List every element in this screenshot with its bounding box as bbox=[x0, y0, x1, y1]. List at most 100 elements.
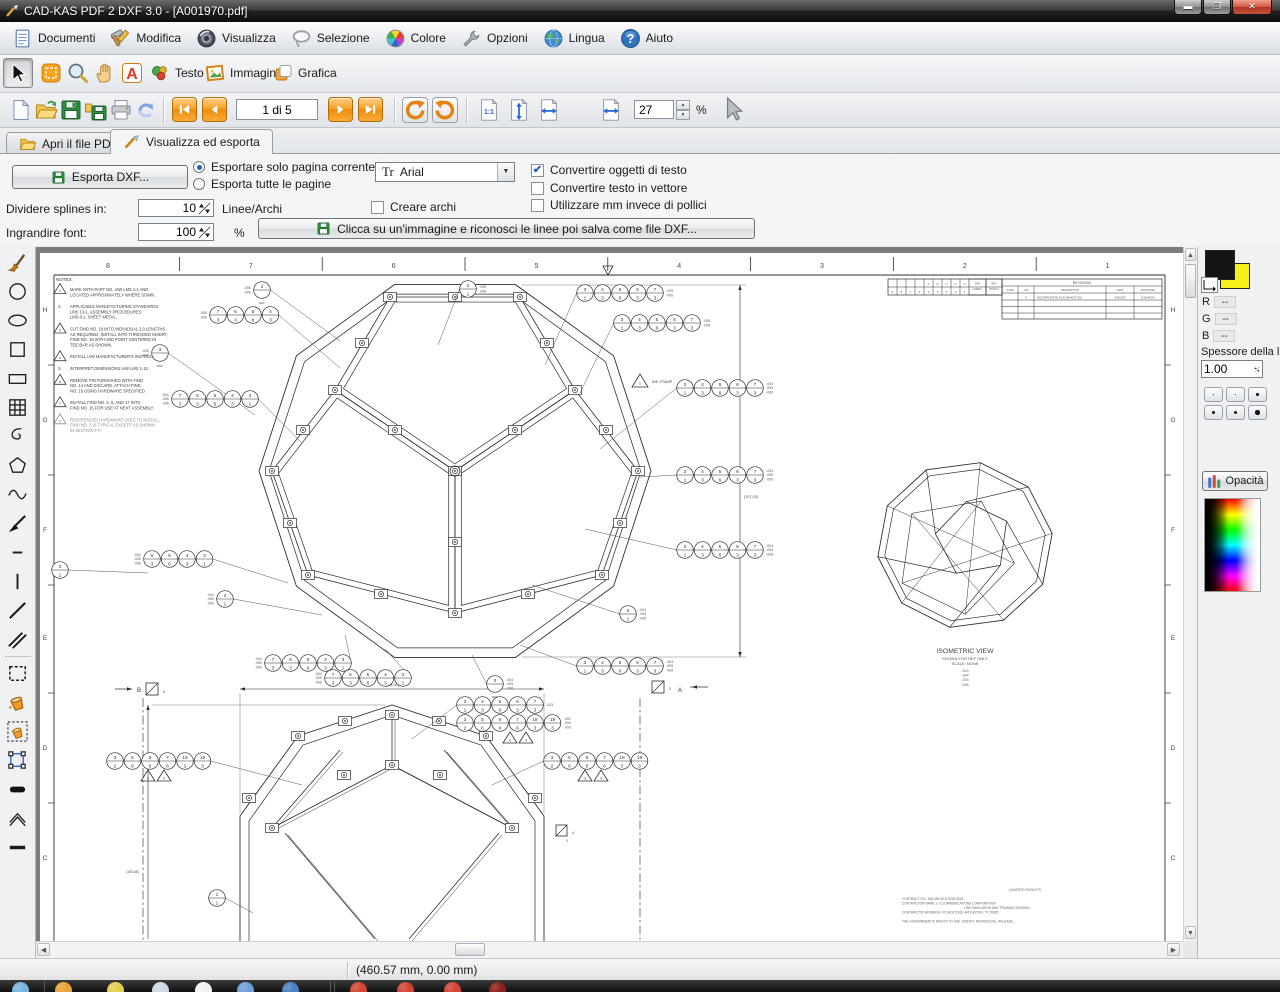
recognize-lines-button[interactable]: Clicca su un'immagine e riconosci le lin… bbox=[258, 218, 755, 239]
title-bar[interactable]: CAD-KAS PDF 2 DXF 3.0 - [A001970.pdf] ▬ … bbox=[0, 0, 1280, 22]
page-number-input[interactable] bbox=[236, 99, 318, 120]
taskbar-app-icon-8[interactable] bbox=[350, 982, 367, 992]
point-size-button-6[interactable] bbox=[1248, 405, 1267, 420]
fill-tool[interactable] bbox=[4, 689, 32, 716]
polygon-tool[interactable] bbox=[4, 452, 32, 479]
menu-item-modifica[interactable]: Modifica bbox=[104, 24, 190, 53]
menu-item-visualizza[interactable]: Visualizza bbox=[190, 24, 285, 53]
pan-tool-button[interactable] bbox=[90, 58, 120, 88]
next-page-button[interactable] bbox=[328, 97, 353, 122]
ellipse-tool[interactable] bbox=[4, 307, 32, 334]
cursor-tool-button[interactable] bbox=[3, 58, 33, 88]
thick-bar-tool[interactable] bbox=[4, 776, 32, 803]
menu-item-colore[interactable]: Colore bbox=[379, 24, 455, 53]
pdf-page[interactable]: 87654321HHGGFFEEDDCCNOTES:1MARK WITH PAR… bbox=[40, 253, 1183, 941]
transform-tool[interactable] bbox=[4, 747, 32, 774]
zoom-spinner[interactable]: ▲▼ bbox=[676, 100, 690, 119]
zoom-level-input[interactable] bbox=[634, 100, 674, 119]
fit-height-button[interactable] bbox=[504, 95, 534, 125]
radio-export-all-pages[interactable]: Esporta tutte le pagine bbox=[193, 177, 331, 191]
point-size-button-3[interactable] bbox=[1248, 387, 1267, 402]
point-size-button-1[interactable] bbox=[1204, 387, 1223, 402]
toolbar-group-grafica[interactable]: Grafica bbox=[266, 58, 344, 88]
point-size-button-5[interactable] bbox=[1226, 405, 1245, 420]
export-dxf-button[interactable]: Esporta DXF... bbox=[12, 165, 188, 189]
menu-item-documenti[interactable]: Documenti bbox=[6, 24, 104, 53]
document-canvas[interactable]: 87654321HHGGFFEEDDCCNOTES:1MARK WITH PAR… bbox=[36, 247, 1183, 941]
font-select[interactable]: Tr Arial ▼ bbox=[375, 162, 515, 182]
undo-button[interactable] bbox=[131, 95, 161, 125]
taskbar-app-icon-10[interactable] bbox=[444, 982, 461, 992]
square-tool[interactable] bbox=[4, 336, 32, 363]
selection-rect-tool[interactable] bbox=[4, 660, 32, 687]
freehand-tool[interactable] bbox=[4, 481, 32, 508]
tab-view-export[interactable]: Visualizza ed esporta bbox=[110, 129, 273, 154]
taskbar-app-icon-6[interactable] bbox=[237, 982, 254, 992]
taskbar-app-icon-11[interactable] bbox=[489, 982, 506, 992]
rectangle-tool[interactable] bbox=[4, 365, 32, 392]
radio-export-current-page[interactable]: Esportare solo pagina corrente bbox=[193, 160, 375, 174]
horizontal-scroll-thumb[interactable] bbox=[455, 943, 485, 956]
taskbar-app-icon-9[interactable] bbox=[397, 982, 414, 992]
zoom-actual-button[interactable]: 1:1 bbox=[474, 95, 504, 125]
restore-button[interactable]: ❐ bbox=[1203, 0, 1231, 15]
font-scale-input[interactable] bbox=[139, 225, 196, 239]
taskbar-app-icon-2[interactable] bbox=[55, 982, 72, 992]
minimize-button[interactable]: ▬ bbox=[1174, 0, 1202, 15]
rotate-right-button[interactable] bbox=[432, 97, 458, 123]
spin-arrows-icon[interactable] bbox=[198, 202, 211, 215]
spin-arrows-icon[interactable] bbox=[1254, 363, 1260, 376]
menu-item-selezione[interactable]: Selezione bbox=[285, 24, 379, 53]
menu-item-opzioni[interactable]: Opzioni bbox=[455, 24, 537, 53]
fit-page-button[interactable] bbox=[596, 95, 626, 125]
close-button[interactable]: ✕ bbox=[1232, 0, 1272, 15]
chevron-tool[interactable] bbox=[4, 805, 32, 832]
taskbar-app-icon-5[interactable] bbox=[195, 982, 212, 992]
line-thickness-input[interactable] bbox=[1202, 362, 1252, 376]
check-use-mm[interactable]: Utilizzare mm invece di pollici bbox=[531, 198, 707, 212]
curve-tool[interactable] bbox=[4, 423, 32, 450]
menu-item-lingua[interactable]: Lingua bbox=[537, 24, 614, 53]
line-thickness-stepper[interactable] bbox=[1201, 360, 1263, 378]
parallel-lines-tool[interactable] bbox=[4, 626, 32, 653]
splines-input[interactable] bbox=[139, 201, 196, 215]
diagonal-line-tool[interactable] bbox=[4, 597, 32, 624]
fill-selection-tool[interactable] bbox=[4, 718, 32, 745]
splines-stepper[interactable] bbox=[138, 199, 214, 217]
opacity-button[interactable]: Opacità bbox=[1202, 471, 1268, 491]
menu-item-aiuto[interactable]: ?Aiuto bbox=[614, 24, 682, 53]
taskbar-app-icon-1[interactable] bbox=[12, 982, 29, 992]
horizontal-scrollbar[interactable]: ◀ ▶ bbox=[36, 941, 1183, 958]
vertical-scrollbar[interactable]: ▲ ▼ bbox=[1183, 247, 1197, 941]
brush-tool[interactable] bbox=[4, 249, 32, 276]
scroll-left-button[interactable]: ◀ bbox=[37, 943, 50, 956]
circle-tool[interactable] bbox=[4, 278, 32, 305]
font-scale-stepper[interactable] bbox=[138, 223, 214, 241]
arrow-tool[interactable] bbox=[4, 510, 32, 537]
vertical-scroll-thumb[interactable] bbox=[1185, 264, 1196, 298]
first-page-button[interactable] bbox=[172, 97, 197, 122]
thick-line-tool[interactable] bbox=[4, 834, 32, 861]
scroll-right-button[interactable]: ▶ bbox=[1167, 943, 1180, 956]
vertical-line-tool[interactable] bbox=[4, 568, 32, 595]
taskbar-app-icon-4[interactable] bbox=[152, 982, 169, 992]
last-page-button[interactable] bbox=[358, 97, 383, 122]
point-size-button-4[interactable] bbox=[1204, 405, 1223, 420]
check-convert-text-vector[interactable]: Convertire testo in vettore bbox=[531, 181, 687, 195]
swap-colors-button[interactable] bbox=[1201, 277, 1218, 293]
line-tool[interactable] bbox=[4, 539, 32, 566]
select-area-tool-button[interactable] bbox=[36, 58, 66, 88]
taskbar-app-icon-3[interactable] bbox=[107, 982, 124, 992]
spin-arrows-icon[interactable] bbox=[198, 226, 211, 239]
zoom-tool-button[interactable] bbox=[63, 58, 93, 88]
scroll-up-button[interactable]: ▲ bbox=[1185, 248, 1196, 261]
foreground-color-swatch[interactable] bbox=[1205, 250, 1235, 280]
check-create-arcs[interactable]: Creare archi bbox=[371, 200, 456, 214]
chevron-down-icon[interactable]: ▼ bbox=[497, 163, 514, 181]
taskbar-app-icon-7[interactable] bbox=[282, 982, 299, 992]
rotate-left-button[interactable] bbox=[402, 97, 428, 123]
windows-taskbar[interactable] bbox=[0, 980, 1280, 992]
fit-width-button[interactable] bbox=[534, 95, 564, 125]
check-convert-text-objects[interactable]: ✔Convertire oggetti di testo bbox=[531, 163, 687, 177]
scroll-down-button[interactable]: ▼ bbox=[1185, 926, 1196, 939]
